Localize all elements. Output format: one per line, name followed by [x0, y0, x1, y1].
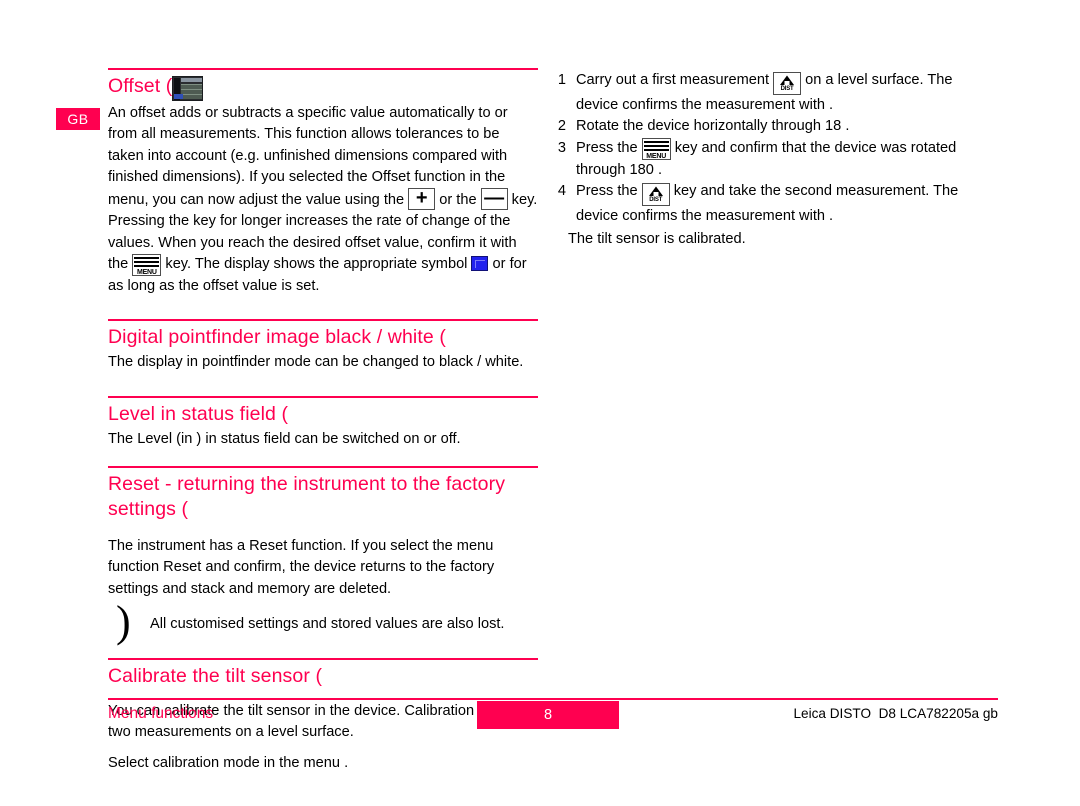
dist-key-triangle-glyph [648, 186, 663, 196]
level-status-field-paragraph: The Level (in ) in status field can be s… [108, 430, 461, 447]
step-1-run-1: Carry out a first measurement [576, 72, 774, 88]
calibrate-paragraph-2: Select calibration mode in the menu . [108, 755, 349, 772]
section-rule [108, 465, 538, 468]
section-rule [108, 657, 538, 660]
footer-page-number: 8 [477, 701, 619, 729]
reset-paragraph: The instrument has a Reset function. If … [108, 537, 495, 597]
language-tab-gb: GB [56, 108, 100, 130]
section-heading-offset: Offset ( [108, 74, 538, 101]
minus-key-icon: — [480, 187, 508, 211]
menu-key-bars [643, 140, 669, 151]
step-number: 4 [557, 182, 566, 199]
dist-key-icon: DIST [641, 182, 670, 206]
right-column: 1 Carry out a first measurement DIST on a… [546, 70, 998, 250]
dist-key-label: DIST [780, 86, 794, 92]
footer-chapter-label: Menu functions [108, 705, 214, 722]
dist-key-icon: DIST [773, 72, 802, 95]
section-rule [108, 319, 538, 322]
step-3-run-1: Press the [576, 139, 642, 156]
menu-key-bars [134, 257, 160, 268]
menu-key-icon: MENU [641, 137, 671, 160]
calibration-steps-list: 1 Carry out a first measurement DIST on a… [546, 70, 998, 227]
offset-run-2: or the [435, 192, 481, 209]
pointfinder-paragraph: The display in pointfinder mode can be c… [108, 354, 524, 371]
section-heading-pointfinder: Digital pointfinder image black / white … [108, 326, 446, 349]
offset-run-4: key. The display shows the appropriate s… [161, 256, 472, 273]
step-number: 3 [557, 139, 566, 156]
section-heading-level-status-field: Level in status field ( [108, 402, 289, 425]
blue-offset-symbol-icon [471, 256, 489, 272]
calibration-closing-text: The tilt sensor is calibrated. [568, 231, 746, 248]
list-item: 3 Press the MENU key and confirm that the… [546, 137, 998, 181]
page-footer: Menu functions 8 Leica DISTO D8 LCA78220… [108, 698, 998, 738]
section-rule [108, 395, 538, 398]
document-page: GB Offset ( An offset adds or subtracts … [0, 0, 1080, 806]
left-column: Offset ( An offset adds or subtracts a s… [108, 68, 538, 775]
reset-warning-text: All customised settings and stored value… [150, 615, 505, 632]
dist-key-triangle-glyph [780, 75, 795, 85]
device-menu-screen-thumbnail-icon [172, 76, 204, 101]
step-2-run-1: Rotate the device horizontally through 1… [576, 118, 850, 135]
offset-paragraph: An offset adds or subtracts a specific v… [108, 103, 538, 297]
section-heading-reset: Reset - returning the instrument to the … [108, 472, 506, 520]
section-pointfinder: Digital pointfinder image black / white … [108, 319, 538, 373]
reset-warning-note: ) All customised settings and stored val… [108, 599, 538, 648]
step-number: 2 [557, 118, 566, 135]
plus-key-icon: + [408, 187, 436, 211]
minus-key-glyph: — [484, 187, 505, 210]
section-reset: Reset - returning the instrument to the … [108, 465, 538, 648]
section-level-status-field: Level in status field ( The Level (in ) … [108, 395, 538, 450]
step-4-run-1: Press the [576, 182, 642, 199]
section-offset: Offset ( An offset adds or subtracts a s… [108, 68, 538, 297]
section-heading-calibrate-tilt-sensor: Calibrate the tilt sensor ( [108, 664, 323, 687]
list-item: 4 Press the DIST key and take the second … [546, 181, 998, 227]
plus-key-glyph: + [415, 187, 428, 210]
footer-rule [108, 698, 998, 700]
section-rule [108, 68, 538, 70]
footer-product-label: Leica DISTO D8 LCA782205a gb [793, 706, 998, 721]
list-item: 1 Carry out a first measurement DIST on a… [546, 70, 998, 116]
menu-key-icon: MENU [132, 254, 162, 277]
list-item: 2 Rotate the device horizontally through … [546, 116, 998, 137]
warning-dingbat-icon: ) [116, 596, 131, 646]
section-heading-offset-text: Offset ( [108, 75, 173, 97]
step-number: 1 [557, 72, 566, 88]
menu-key-label: MENU [646, 152, 667, 160]
dist-key-label: DIST [649, 196, 663, 203]
menu-key-label: MENU [136, 269, 157, 277]
